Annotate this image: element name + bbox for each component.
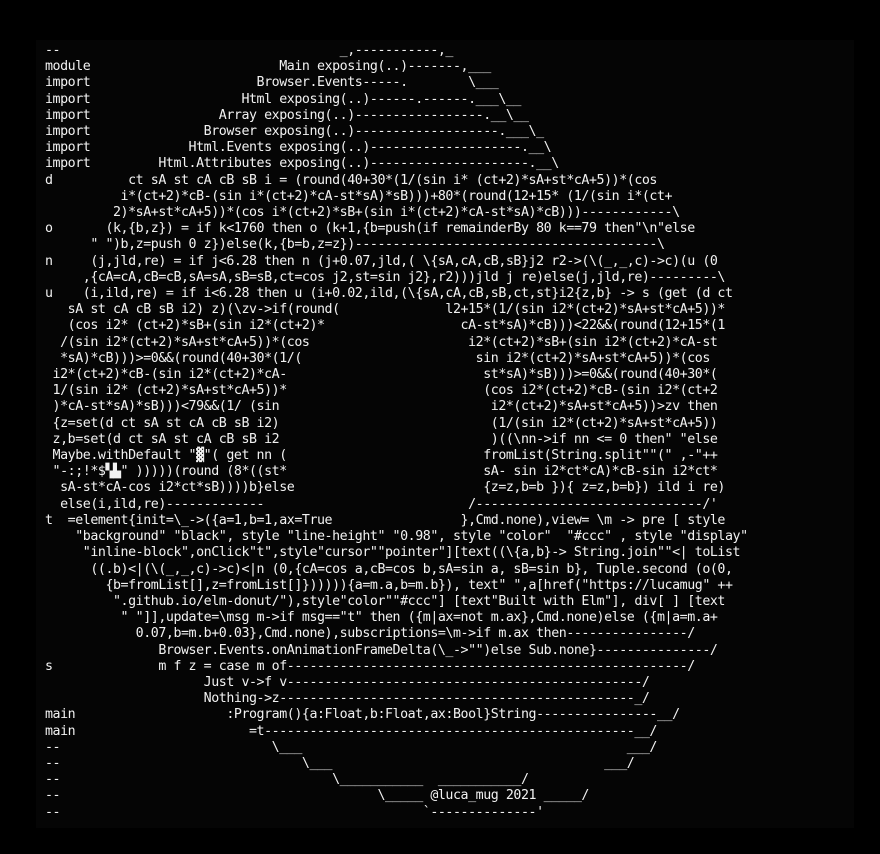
code-line: "background" "black", style "line-height… [45,529,748,545]
code-line: "-:;!*$▚▙" )))))(round (8*((st* sA- sin … [45,464,718,480]
code-line: ,{cA=cA,cB=cB,sA=sA,sB=sB,ct=cos j2,st=s… [45,269,726,285]
code-line: *sA)*cB)))>=0&&(round(40+30*(1/( sin i2*… [45,350,710,366]
code-line: Maybe.withDefault "▓"( get nn ( fromList… [45,448,718,464]
code-line: )*cA-st*sA)*sB)))<79&&(1/ (sin i2*(ct+2)… [45,399,718,415]
code-line: ((.b)<|(\(_,_,c)->c)<|n (0,{cA=cos a,cB=… [45,561,733,577]
code-line: " ")b,z=push 0 z})else(k,{b=b,z=z})-----… [45,237,665,253]
code-line: import Browser.Events-----. \___ [45,75,499,91]
code-line: i2*(ct+2)*cB-(sin i2*(ct+2)*cA- st*sA)*s… [45,367,718,383]
code-line: /(sin i2*(ct+2)*sA+st*cA+5))*(cos i2*(ct… [45,334,718,350]
code-line: {z=set(d ct sA st cA cB sB i2) (1/(sin i… [45,415,718,431]
code-line: module Main exposing(..)-------,___ [45,59,491,75]
code-line: d ct sA st cA cB sB i = (round(40+30*(1/… [45,172,657,188]
code-line: 0.07,b=m.b+0.03},Cmd.none),subscriptions… [45,626,696,642]
code-line: 1/(sin i2* (ct+2)*sA+st*cA+5))* (cos i2*… [45,383,718,399]
code-line: import Html.Attributes exposing(..)-----… [45,156,559,172]
code-line: import Browser exposing(..)-------------… [45,124,544,140]
code-line: sA st cA cB sB i2) z)(\zv->if(round( l2+… [45,302,726,318]
code-line: "inline-block",onClick"t",style"cursor""… [45,545,741,561]
code-line: z,b=set(d ct sA st cA cB sB i2 )((\nn->i… [45,431,718,447]
code-line: main =t---------------------------------… [45,723,657,739]
code-line: 2)*sA+st*cA+5))*(cos i*(ct+2)*sB+(sin i*… [45,205,680,221]
code-line: import Html.Events exposing(..)---------… [45,140,552,156]
code-line: -- _,-----------,_ [45,43,453,58]
code-line: {b=fromList[],z=fromList[]}))))){a=m.a,b… [45,577,733,593]
code-line: -- `--------------' [45,804,544,820]
code-line: -- \___ ___/ [45,755,635,771]
code-line: " "]],update=\msg m->if msg=="t" then ({… [45,610,718,626]
code-line: import Array exposing(..)---------------… [45,107,529,123]
elm-donut-source-code[interactable]: -- _,-----------,_ module Main exposing(… [45,43,748,821]
code-line: ".github.io/elm-donut/"),style"color""#c… [45,593,725,609]
code-line: else(i,ild,re)------------- /-----------… [45,496,718,512]
code-line: o (k,{b,z}) = if k<1760 then o (k+1,{b=p… [45,221,695,237]
code-line: n (j,jld,re) = if j<6.28 then n (j+0.07,… [45,253,718,269]
code-line: u (i,ild,re) = if i<6.28 then u (i+0.02,… [45,286,733,302]
code-line: sA-st*cA-cos i2*ct*sB))))b}else {z=z,b=b… [45,480,725,496]
code-line: t =element{init=\_->({a=1,b=1,ax=True },… [45,512,725,528]
code-line: import Html exposing(..)------.------.__… [45,91,521,107]
code-line: Browser.Events.onAnimationFrameDelta(\_-… [45,642,718,658]
code-line: Just v->f v-----------------------------… [45,674,650,690]
code-line: main :Program(){a:Float,b:Float,ax:Bool}… [45,707,680,723]
code-line: -- \___________ ___________/ [45,772,529,788]
code-line: i*(ct+2)*cB-(sin i*(ct+2)*cA-st*sA)*sB))… [45,188,673,204]
page: -- _,-----------,_ module Main exposing(… [0,0,880,854]
code-line: Nothing->z------------------------------… [45,691,650,707]
code-line: s m f z = case m of---------------------… [45,658,695,674]
code-line: -- \___ ___/ [45,739,657,755]
code-line: (cos i2* (ct+2)*sB+(sin i2*(ct+2)* cA-st… [45,318,726,334]
code-line: -- \_____ @luca_mug 2021 _____/ [45,788,589,804]
